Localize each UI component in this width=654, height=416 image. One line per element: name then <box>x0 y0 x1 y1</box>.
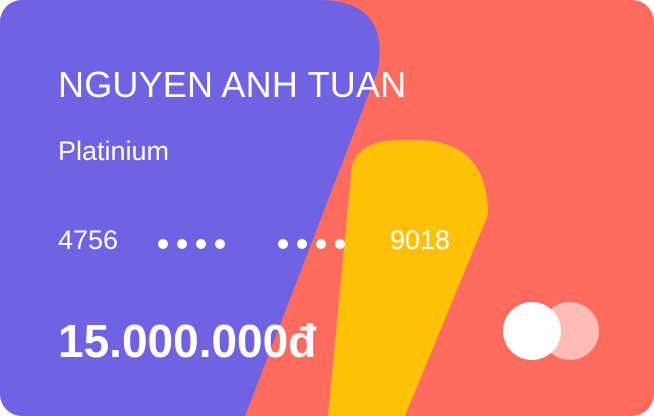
card-number: 4756 9018 <box>58 225 450 256</box>
yellow-shape <box>328 140 488 416</box>
card-number-masked-group <box>158 225 278 256</box>
card-number-masked-group <box>278 225 390 256</box>
card-balance: 15.000.000đ <box>58 315 317 367</box>
card-number-last-group: 9018 <box>390 225 451 255</box>
card-number-first-group: 4756 <box>58 225 119 255</box>
bank-card[interactable]: NGUYEN ANH TUAN Platinium 4756 9018 15.0… <box>0 0 654 416</box>
card-holder-name: NGUYEN ANH TUAN <box>58 64 407 105</box>
card-tier: Platinium <box>58 136 170 166</box>
mastercard-style-logo-icon <box>503 302 599 360</box>
logo-circle-left <box>503 302 561 360</box>
